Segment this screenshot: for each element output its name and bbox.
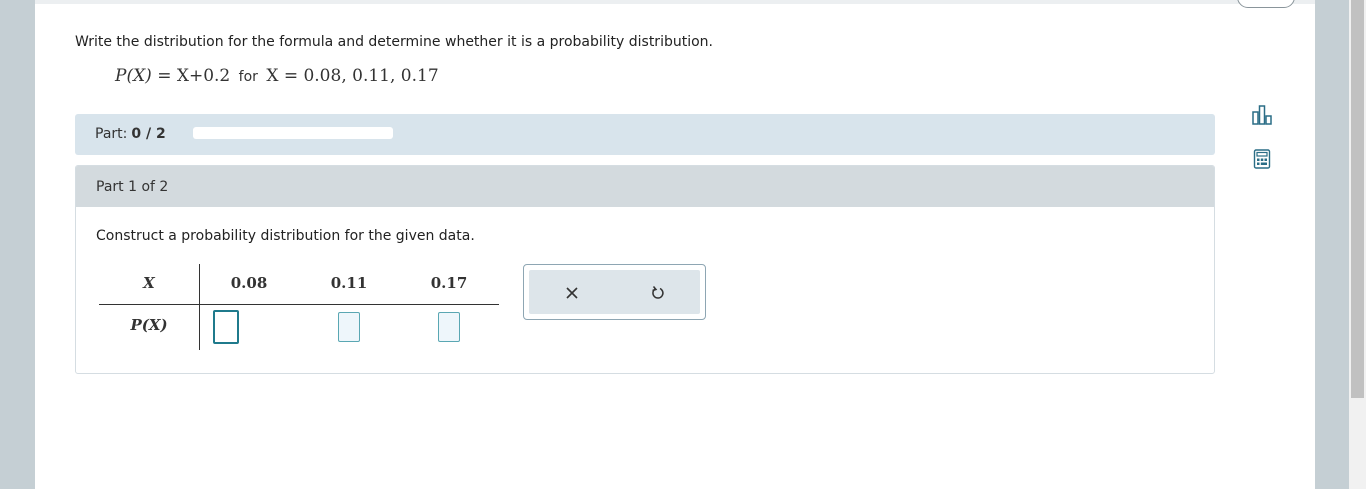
part-progress-label: Part: 0 / 2 (95, 126, 166, 142)
part-count: 0 / 2 (131, 126, 166, 142)
problem-statement: Write the distribution for the formula a… (75, 34, 713, 50)
answer-tools (523, 264, 706, 320)
close-icon (566, 287, 578, 299)
x-value-2: 0.11 (330, 274, 368, 292)
formula-rhs: = X+0.2 (157, 66, 231, 86)
calculator-button[interactable] (1244, 141, 1280, 177)
undo-icon (652, 286, 664, 299)
px-input-2[interactable] (338, 312, 360, 342)
calculator-icon (1253, 149, 1271, 169)
part-title: Part 1 of 2 (96, 179, 169, 195)
part-instruction: Construct a probability distribution for… (96, 228, 475, 244)
answer-tools-inner (529, 270, 700, 314)
part-progress-bar: Part: 0 / 2 (75, 114, 1215, 155)
x-value-1: 0.08 (230, 274, 268, 292)
px-input-3[interactable] (438, 312, 460, 342)
bar-chart-icon (1252, 105, 1272, 125)
progress-track (193, 127, 393, 139)
formula: P(X) = X+0.2 for X = 0.08, 0.11, 0.17 (115, 66, 439, 86)
part-label: Part: (95, 126, 128, 142)
undo-button[interactable] (645, 280, 671, 306)
px-input-1[interactable] (213, 310, 239, 344)
scrollbar-thumb[interactable] (1351, 0, 1364, 398)
table-horizontal-rule (99, 304, 499, 305)
scrollbar[interactable] (1349, 0, 1366, 489)
clear-button[interactable] (559, 280, 585, 306)
statistics-button[interactable] (1244, 97, 1280, 133)
x-value-3: 0.17 (430, 274, 468, 292)
language-button[interactable]: Español (1237, 0, 1295, 8)
formula-for: for (238, 69, 258, 85)
part-header: Part 1 of 2 (76, 166, 1214, 207)
formula-lhs: P(X) (115, 66, 152, 86)
row-header-px: P(X) (130, 316, 168, 334)
top-divider (35, 0, 1315, 4)
row-header-x: X (143, 274, 155, 292)
formula-domain: X = 0.08, 0.11, 0.17 (266, 66, 439, 86)
